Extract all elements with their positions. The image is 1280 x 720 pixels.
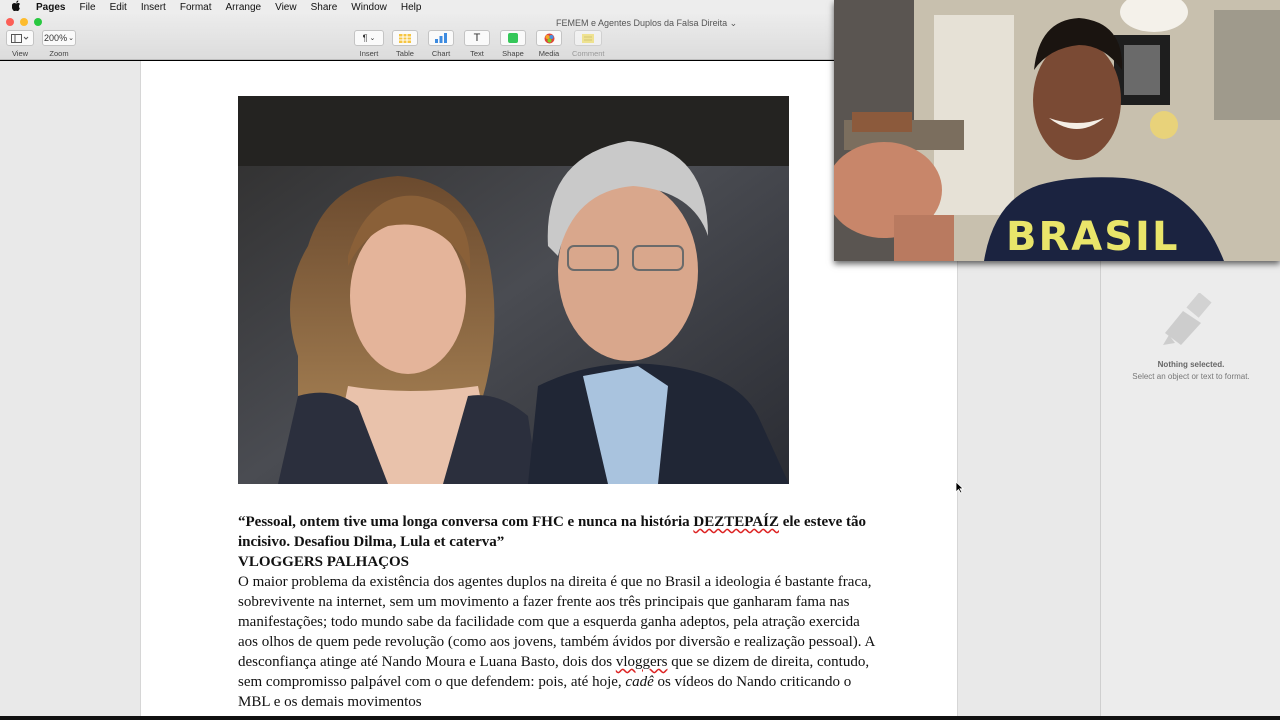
- insert-label: Insert: [359, 49, 379, 58]
- media-icon: [536, 30, 562, 46]
- menu-share[interactable]: Share: [311, 2, 338, 13]
- media-label: Media: [538, 49, 560, 58]
- chart-label: Chart: [431, 49, 451, 58]
- menu-insert[interactable]: Insert: [141, 2, 166, 13]
- sidebar-view-icon: [6, 30, 34, 46]
- document-photo[interactable]: [238, 96, 789, 484]
- shape-label: Shape: [502, 49, 524, 58]
- menu-edit[interactable]: Edit: [110, 2, 127, 13]
- media-button[interactable]: Media: [536, 30, 562, 58]
- document-body[interactable]: “Pessoal, ontem tive uma longa conversa …: [238, 512, 878, 712]
- cursor-icon: [955, 481, 965, 499]
- text-icon: T: [464, 30, 490, 46]
- window-controls: [6, 18, 42, 26]
- menu-help[interactable]: Help: [401, 2, 422, 13]
- chart-button[interactable]: Chart: [428, 30, 454, 58]
- zoom-label: Zoom: [49, 49, 69, 58]
- insert-button[interactable]: ¶ ⌄ Insert: [354, 30, 384, 58]
- menu-window[interactable]: Window: [351, 2, 387, 13]
- screen-bottom-edge: [0, 716, 1280, 720]
- close-window-button[interactable]: [6, 18, 14, 26]
- table-button[interactable]: Table: [392, 30, 418, 58]
- minimize-window-button[interactable]: [20, 18, 28, 26]
- zoom-popup[interactable]: 200% ⌄ Zoom: [42, 30, 76, 58]
- menu-arrange[interactable]: Arrange: [226, 2, 262, 13]
- document-quote[interactable]: “Pessoal, ontem tive uma longa conversa …: [238, 512, 878, 552]
- quote-text: “Pessoal, ontem tive uma longa conversa …: [238, 514, 694, 530]
- zoom-value-text: 200%: [44, 33, 68, 43]
- select-hint-text: Select an object or text to format.: [1132, 372, 1250, 381]
- menu-file[interactable]: File: [79, 2, 95, 13]
- comment-label: Comment: [572, 49, 605, 58]
- document-title-text: FEMEM e Agentes Duplos da Falsa Direita: [556, 18, 728, 28]
- text-button[interactable]: T Text: [464, 30, 490, 58]
- shirt-text: BRASIL: [1006, 214, 1179, 260]
- comment-button[interactable]: Comment: [572, 30, 605, 58]
- paintbrush-icon: [1161, 292, 1221, 353]
- menu-format[interactable]: Format: [180, 2, 212, 13]
- document-title[interactable]: FEMEM e Agentes Duplos da Falsa Direita …: [556, 18, 737, 29]
- comment-icon: [574, 30, 603, 46]
- table-icon: [392, 30, 418, 46]
- document-heading[interactable]: VLOGGERS PALHAÇOS: [238, 552, 878, 572]
- nothing-selected-text: Nothing selected.: [1157, 360, 1225, 369]
- zoom-value: 200% ⌄: [42, 30, 76, 46]
- chart-icon: [428, 30, 454, 46]
- shape-button[interactable]: Shape: [500, 30, 526, 58]
- table-label: Table: [396, 49, 414, 58]
- misspelled-word[interactable]: vloggers: [616, 654, 668, 670]
- chevron-down-icon: ⌄: [729, 18, 738, 28]
- view-button[interactable]: View: [6, 30, 34, 58]
- shape-icon: [500, 30, 526, 46]
- view-label: View: [11, 49, 29, 58]
- apple-icon[interactable]: [11, 0, 26, 14]
- menu-view[interactable]: View: [275, 2, 297, 13]
- menu-pages[interactable]: Pages: [36, 2, 65, 13]
- document-paragraph[interactable]: O maior problema da existência dos agent…: [238, 572, 878, 712]
- webcam-overlay: BRASIL: [834, 0, 1280, 261]
- zoom-window-button[interactable]: [34, 18, 42, 26]
- text-label: Text: [470, 49, 484, 58]
- misspelled-word[interactable]: DEZTEPAÍZ: [693, 514, 779, 530]
- italic-word: cadê: [625, 674, 654, 690]
- paragraph-icon: ¶ ⌄: [354, 30, 384, 46]
